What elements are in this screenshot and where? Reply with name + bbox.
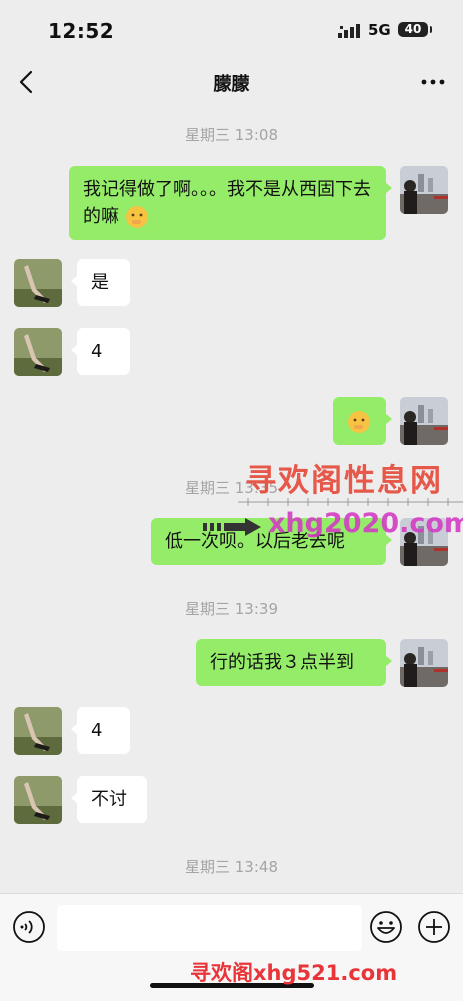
avatar-image [400, 166, 448, 214]
plus-icon[interactable] [417, 910, 451, 944]
chat-title: 朦朦 [213, 74, 250, 95]
cellular-signal-icon [338, 24, 360, 38]
incoming-message[interactable]: 不讨 [71, 776, 147, 823]
network-type: 5G [368, 21, 391, 39]
battery-indicator: 40 [398, 22, 432, 37]
message-input[interactable] [57, 905, 362, 951]
watermark-ruler [238, 498, 463, 506]
message-text: 4 [91, 720, 103, 741]
message-text: 是 [91, 272, 109, 293]
outgoing-message[interactable]: 我记得做了啊。。。我不是从西固下去的嘛 [69, 166, 392, 240]
avatar-image [14, 328, 62, 376]
incoming-message[interactable]: 4 [71, 707, 130, 754]
contact-avatar[interactable] [14, 707, 62, 755]
avatar-image [400, 397, 448, 445]
emoji-icon[interactable] [369, 910, 403, 944]
avatar-image [14, 776, 62, 824]
incoming-message[interactable]: 是 [71, 259, 130, 306]
contact-avatar[interactable] [14, 328, 62, 376]
message-text: 行的话我３点半到 [210, 652, 354, 673]
contact-avatar[interactable] [14, 776, 62, 824]
message-timestamp: 星期三 13:39 [185, 600, 278, 618]
incoming-message[interactable]: 4 [71, 328, 130, 375]
watermark-footer: 寻欢阁xhg521.com [190, 961, 398, 985]
more-dots-icon[interactable] [417, 68, 449, 96]
watermark-arrow-icon [203, 518, 261, 536]
message-timestamp: 星期三 13:08 [185, 126, 278, 144]
status-bar: 12:52 5G 40 [0, 0, 463, 58]
shush-emoji-icon [348, 411, 370, 433]
message-text: 4 [91, 341, 103, 362]
avatar-image [14, 259, 62, 307]
watermark-url: xhg2020.com [268, 508, 463, 539]
voice-icon[interactable] [12, 910, 46, 944]
chat-header: 朦朦 [0, 58, 463, 106]
status-time: 12:52 [48, 19, 115, 43]
avatar-image [14, 707, 62, 755]
outgoing-message[interactable]: 行的话我３点半到 [196, 639, 392, 686]
contact-avatar[interactable] [14, 259, 62, 307]
outgoing-message[interactable] [333, 397, 392, 445]
my-avatar[interactable] [400, 166, 448, 214]
message-text: 不讨 [91, 789, 127, 810]
watermark-text: 寻欢阁性息网 [245, 463, 443, 499]
my-avatar[interactable] [400, 397, 448, 445]
shush-emoji-icon [125, 206, 148, 228]
avatar-image [400, 639, 448, 687]
my-avatar[interactable] [400, 639, 448, 687]
message-timestamp: 星期三 13:48 [185, 858, 278, 876]
